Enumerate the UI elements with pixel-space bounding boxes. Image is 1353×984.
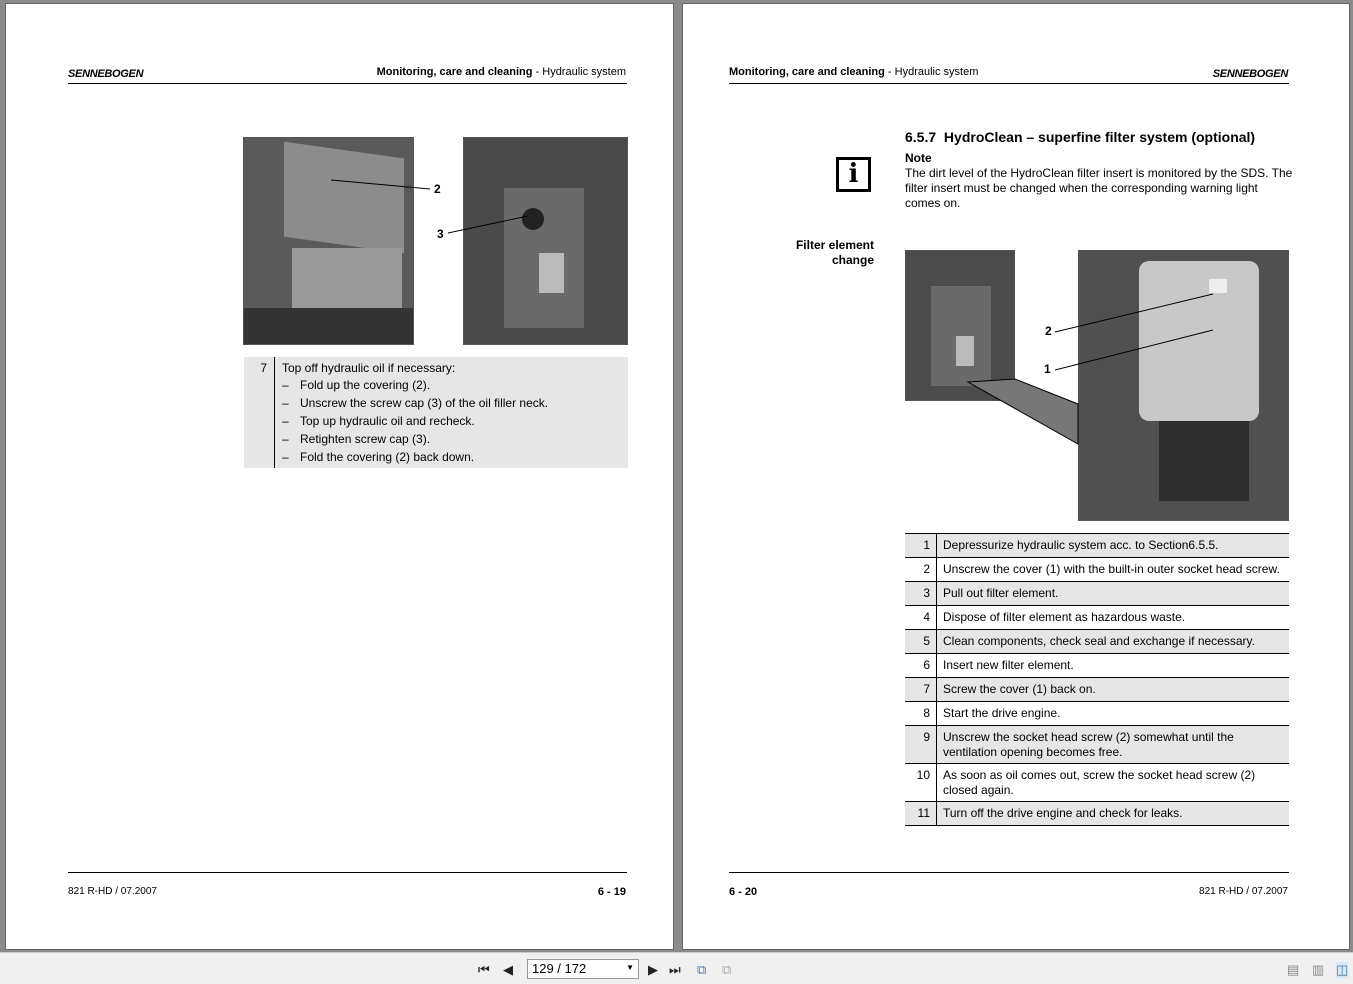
step-text: Clean components, check seal and exchang… xyxy=(943,634,1255,648)
page-field: 129 / 172 xyxy=(532,961,587,976)
table-row: 6 Insert new filter element. xyxy=(905,654,1289,678)
step-text: Depressurize hydraulic system acc. to Se… xyxy=(943,538,1219,552)
pdf-toolbar: ⏮ ◀ 129 / 172 ▼ ▶ ⏭ ⧉ ⧉ ▤ ▥ ◫ xyxy=(0,952,1353,984)
next-page-button[interactable]: ▶ xyxy=(648,962,658,978)
table-row: 2 Unscrew the cover (1) with the built-in… xyxy=(905,558,1289,582)
table-row: 11 Turn off the drive engine and check fo… xyxy=(905,802,1289,826)
step-title: Top off hydraulic oil if necessary: xyxy=(282,361,456,375)
step-text: Unscrew the socket head screw (2) somewh… xyxy=(943,730,1234,759)
step-number: 3 xyxy=(905,582,937,605)
step-number: 4 xyxy=(905,606,937,629)
callout-2: 2 xyxy=(1045,324,1052,338)
table-row: 1 Depressurize hydraulic system acc. to S… xyxy=(905,534,1289,558)
step-text: As soon as oil comes out, screw the sock… xyxy=(943,768,1256,797)
callout-lines xyxy=(330,179,529,234)
callout-lines xyxy=(966,293,1214,445)
step-item: Retighten screw cap (3). xyxy=(282,430,628,448)
callout-1: 1 xyxy=(1044,362,1051,376)
step-item: Unscrew the screw cap (3) of the oil fil… xyxy=(282,394,628,412)
step-number: 6 xyxy=(905,654,937,677)
step-text: Screw the cover (1) back on. xyxy=(943,682,1096,696)
step-text: Unscrew the cover (1) with the built-in … xyxy=(943,562,1280,576)
step-number: 5 xyxy=(905,630,937,653)
table-row: 10 As soon as oil comes out, screw the so… xyxy=(905,764,1289,802)
prev-page-button[interactable]: ◀ xyxy=(503,962,513,978)
two-page-view-icon[interactable]: ◫ xyxy=(1336,962,1349,978)
table-row: 9 Unscrew the socket head screw (2) somew… xyxy=(905,726,1289,764)
step-number: 7 xyxy=(244,357,275,468)
footer-rule xyxy=(68,872,627,873)
page-selector[interactable]: 129 / 172 ▼ xyxy=(527,959,639,979)
step-text: Insert new filter element. xyxy=(943,658,1074,672)
step-number: 10 xyxy=(905,764,937,801)
footer-model: 821 R-HD / 07.2007 xyxy=(1199,886,1288,897)
step-item: Top up hydraulic oil and recheck. xyxy=(282,412,628,430)
page-number: 6 - 19 xyxy=(597,886,626,898)
step-item: Fold the covering (2) back down. xyxy=(282,448,628,466)
step-number: 1 xyxy=(905,534,937,557)
left-page: SENNEBOGEN Monitoring, care and cleaning… xyxy=(5,3,674,950)
step-block: 7 Top off hydraulic oil if necessary: Fo… xyxy=(244,357,628,468)
right-page: Monitoring, care and cleaning - Hydrauli… xyxy=(682,3,1350,950)
step-number: 11 xyxy=(905,802,937,825)
step-text: Pull out filter element. xyxy=(943,586,1059,600)
step-number: 7 xyxy=(905,678,937,701)
table-row: 8 Start the drive engine. xyxy=(905,702,1289,726)
last-page-button[interactable]: ⏭ xyxy=(669,962,681,978)
table-row: 3 Pull out filter element. xyxy=(905,582,1289,606)
go-back-view-icon[interactable]: ⧉ xyxy=(697,962,706,978)
step-text: Start the drive engine. xyxy=(943,706,1061,720)
table-row: 4 Dispose of filter element as hazardous … xyxy=(905,606,1289,630)
footer-model: 821 R-HD / 07.2007 xyxy=(68,886,157,897)
step-item: Fold up the covering (2). xyxy=(282,376,628,394)
continuous-view-icon[interactable]: ▥ xyxy=(1312,962,1324,978)
step-number: 9 xyxy=(905,726,937,763)
chevron-down-icon: ▼ xyxy=(626,963,634,972)
steps-table: 1 Depressurize hydraulic system acc. to S… xyxy=(905,533,1289,826)
callout-2: 2 xyxy=(434,182,441,196)
go-forward-view-icon[interactable]: ⧉ xyxy=(722,962,731,978)
step-number: 8 xyxy=(905,702,937,725)
step-text: Turn off the drive engine and check for … xyxy=(943,806,1183,820)
single-page-view-icon[interactable]: ▤ xyxy=(1287,962,1299,978)
table-row: 7 Screw the cover (1) back on. xyxy=(905,678,1289,702)
first-page-button[interactable]: ⏮ xyxy=(478,962,490,978)
page-number: 6 - 20 xyxy=(729,886,758,898)
step-text: Dispose of filter element as hazardous w… xyxy=(943,610,1186,624)
table-row: 5 Clean components, check seal and exchan… xyxy=(905,630,1289,654)
step-number: 2 xyxy=(905,558,937,581)
callout-3: 3 xyxy=(437,227,444,241)
footer-rule xyxy=(729,872,1289,873)
